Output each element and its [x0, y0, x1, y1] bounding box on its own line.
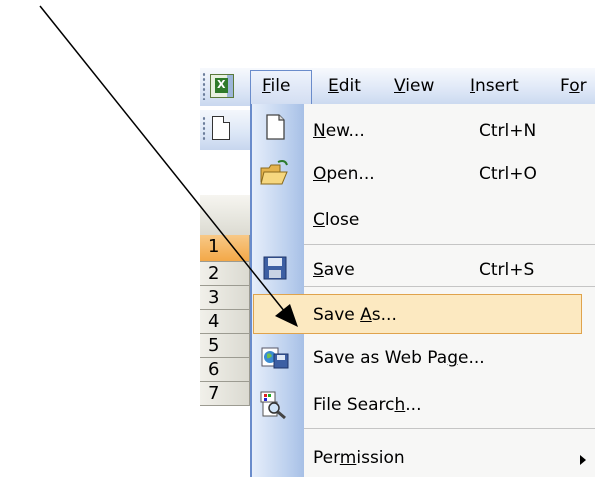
select-all-corner[interactable]	[200, 195, 250, 236]
menu-separator	[304, 244, 595, 245]
dropdown-border	[250, 104, 252, 477]
shortcut-save: Ctrl+S	[479, 260, 535, 280]
row-header-7[interactable]: 7	[200, 382, 250, 406]
menu-item-save-label: Save	[313, 260, 355, 280]
menu-item-file-search-label: File Search...	[313, 395, 422, 415]
menu-item-close-label: Close	[313, 210, 360, 230]
menu-item-open[interactable]: Open... Ctrl+O	[304, 155, 584, 193]
menu-item-permission-label: Permission	[313, 448, 405, 468]
menu-item-save-as-web-page[interactable]: Save as Web Page...	[304, 339, 584, 377]
submenu-arrow-icon	[580, 455, 586, 465]
new-document-icon	[266, 114, 285, 140]
menu-item-new[interactable]: New... Ctrl+N	[304, 112, 584, 150]
menu-file-label: File	[262, 76, 291, 96]
row-header-1[interactable]: 1	[200, 235, 250, 262]
row-header-2[interactable]: 2	[200, 262, 250, 286]
menu-item-permission[interactable]: Permission	[304, 439, 586, 477]
menu-item-save-as-label: Save As...	[313, 305, 397, 325]
web-page-icon	[261, 347, 289, 369]
menu-edit[interactable]: Edit	[328, 76, 361, 96]
menu-item-close[interactable]: Close	[304, 201, 584, 239]
new-document-icon[interactable]	[212, 116, 230, 140]
menu-item-new-label: New...	[313, 121, 365, 141]
shortcut-new: Ctrl+N	[479, 121, 537, 141]
file-search-icon	[260, 391, 286, 420]
menu-view[interactable]: View	[394, 76, 434, 96]
row-header-6[interactable]: 6	[200, 358, 250, 382]
menu-item-open-label: Open...	[313, 164, 375, 184]
menubar-grip[interactable]	[202, 72, 206, 100]
toolbar-grip[interactable]	[202, 116, 206, 142]
menu-item-file-search[interactable]: File Search...	[304, 386, 584, 424]
menu-item-save[interactable]: Save Ctrl+S	[304, 251, 584, 289]
menu-insert[interactable]: Insert	[470, 76, 519, 96]
shortcut-open: Ctrl+O	[479, 164, 537, 184]
open-folder-icon	[260, 160, 288, 185]
menu-item-save-as[interactable]: Save As...	[304, 296, 584, 334]
menu-item-save-as-web-page-label: Save as Web Page...	[313, 348, 485, 368]
excel-app-icon[interactable]	[210, 74, 234, 98]
menu-separator	[304, 428, 595, 429]
floppy-disk-icon	[263, 256, 287, 280]
row-header-4[interactable]: 4	[200, 310, 250, 334]
row-header-3[interactable]: 3	[200, 286, 250, 310]
row-header-5[interactable]: 5	[200, 334, 250, 358]
menu-format[interactable]: For	[560, 76, 587, 96]
